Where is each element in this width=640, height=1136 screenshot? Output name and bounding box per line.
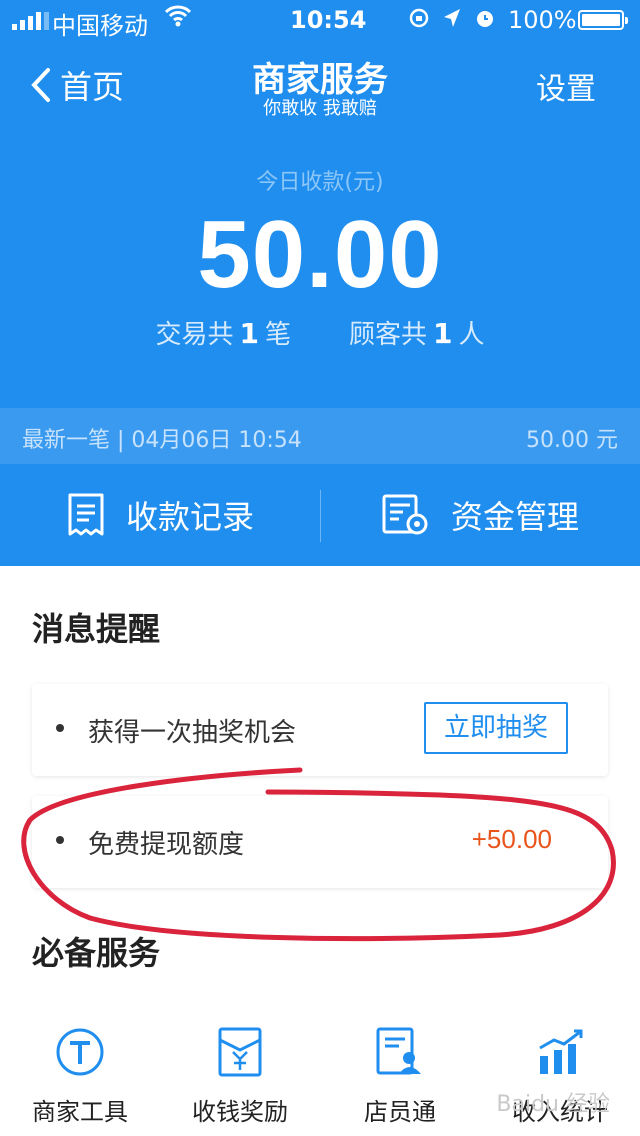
battery-percent: 100% (508, 6, 577, 34)
today-amount: 50.00 (197, 201, 443, 308)
battery-icon (578, 10, 628, 30)
carrier-label: 中国移动 (52, 12, 148, 40)
rotation-lock-icon (409, 8, 429, 28)
withdraw-quota-value: +50.00 (471, 824, 552, 854)
location-icon (444, 9, 460, 27)
message-card-lottery[interactable]: 获得一次抽奖机会 立即抽奖 (32, 684, 608, 776)
services-title: 必备服务 (32, 934, 161, 972)
service-merchant-tools[interactable]: 商家工具 (0, 1026, 160, 1127)
service-reward[interactable]: 收钱奖励 (160, 1026, 320, 1127)
latest-transaction-amount: 50.00 元 (526, 428, 618, 453)
message-text: 获得一次抽奖机会 (88, 718, 297, 748)
wifi-icon (164, 4, 192, 34)
status-bar: 中国移动 10:54 100% (0, 0, 640, 40)
status-time: 10:54 (290, 6, 367, 34)
merchant-tool-icon (56, 1028, 104, 1076)
payment-records-label: 收款记录 (125, 498, 254, 536)
latest-transaction-time: 最新一笔 | 04月06日 10:54 (22, 428, 302, 453)
latest-transaction-bar[interactable]: 最新一笔 | 04月06日 10:54 50.00 元 (0, 408, 640, 464)
stats-icon (539, 1029, 583, 1074)
message-text: 免费提现额度 (88, 830, 245, 860)
staff-icon (376, 1027, 421, 1075)
service-label: 收钱奖励 (192, 1098, 288, 1126)
customer-count: 顾客共 1 人 (349, 317, 485, 350)
fund-settings-icon (382, 494, 428, 535)
today-income-label: 今日收款(元) (256, 170, 384, 195)
settings-button[interactable]: 设置 (536, 64, 596, 108)
payment-records-button[interactable]: 收款记录 (0, 464, 320, 566)
receipt-icon (68, 493, 104, 536)
transaction-count: 交易共 1 笔 (155, 317, 291, 350)
reward-icon (218, 1027, 262, 1077)
message-card-withdraw-quota[interactable]: 免费提现额度 +50.00 (32, 796, 608, 888)
service-staff[interactable]: 店员通 (320, 1026, 480, 1127)
divider (320, 490, 321, 542)
bullet (56, 724, 64, 732)
fund-management-button[interactable]: 资金管理 (320, 464, 640, 566)
bullet (56, 836, 64, 844)
signal-icon (12, 10, 49, 30)
service-label: 商家工具 (32, 1098, 128, 1126)
service-label: 店员通 (364, 1098, 436, 1126)
fund-management-label: 资金管理 (450, 498, 579, 536)
draw-now-button[interactable]: 立即抽奖 (424, 702, 568, 754)
messages-title: 消息提醒 (32, 610, 161, 648)
watermark: Baidu 经验 (496, 1092, 610, 1117)
header-panel: 中国移动 10:54 100% 首页 商家服务 你敢收 我敢赔 设置 今日收款(… (0, 0, 640, 566)
alarm-icon (477, 11, 493, 27)
